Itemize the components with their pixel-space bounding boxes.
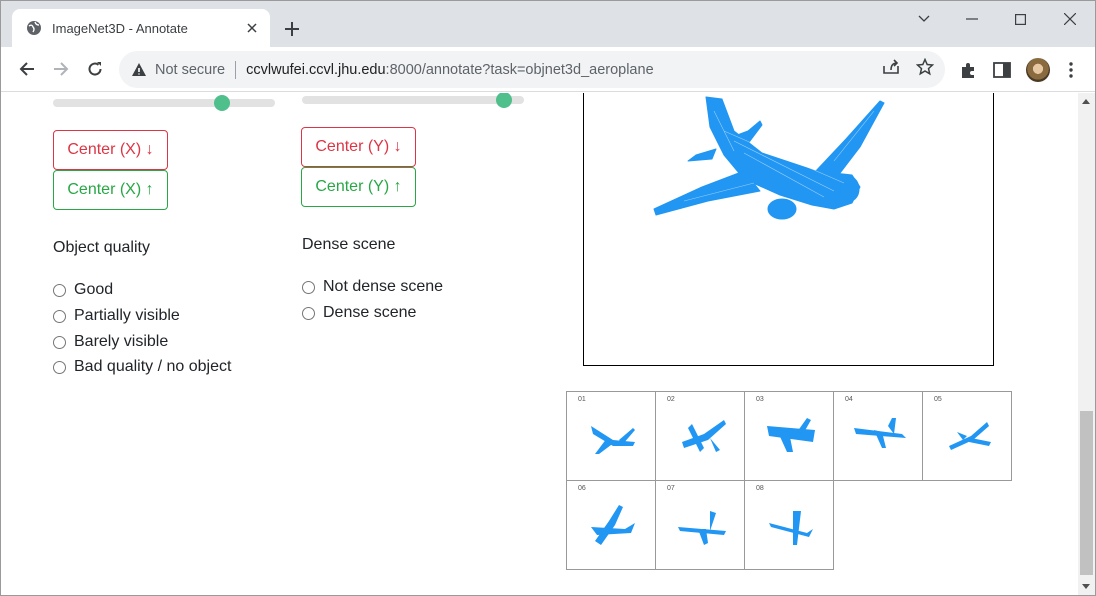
close-tab-icon[interactable] [244,20,260,36]
tab-title: ImageNet3D - Annotate [52,20,188,36]
forward-arrow-icon[interactable] [49,57,73,81]
browser-window: ImageNet3D - Annotate Not secure ccvlwuf… [0,0,1096,596]
pose-thumbnail[interactable]: 07 [655,480,745,570]
center-x-down-button[interactable]: Center (X) ↓ [53,130,168,170]
airplane-thumbnail-icon [949,422,991,450]
thumbnail-number: 04 [845,396,853,403]
tab-strip: ImageNet3D - Annotate [1,1,1095,47]
menu-kebab-icon[interactable] [1061,60,1081,80]
airplane-thumbnail-icon [854,418,906,448]
radio-not-dense-scene[interactable]: Not dense scene [302,278,443,296]
bookmark-star-icon[interactable] [915,57,935,77]
pose-thumbnail[interactable]: 05 [922,391,1012,481]
scroll-down-arrow-icon[interactable] [1082,584,1090,589]
airplane-thumbnail-icon [767,418,815,452]
url-host: ccvlwufei.ccvl.jhu.edu [246,61,386,78]
slider-thumb[interactable] [496,93,512,108]
radio-bad-quality[interactable]: Bad quality / no object [53,358,231,376]
model-preview-canvas[interactable] [583,93,994,366]
airplane-thumbnail-icon [591,505,635,545]
radio-good[interactable]: Good [53,281,113,299]
airplane-thumbnail-icon [678,511,726,545]
radio-circle[interactable] [53,309,66,323]
pose-thumbnail[interactable]: 08 [744,480,834,570]
thumbnail-number: 01 [578,396,586,403]
thumbnail-number: 08 [756,485,764,492]
pose-thumbnail[interactable]: 01 [566,391,656,481]
browser-tab[interactable]: ImageNet3D - Annotate [12,9,270,47]
radio-label: Barely visible [74,333,169,350]
security-label[interactable]: Not secure [155,62,225,78]
globe-icon [26,20,42,36]
thumbnail-number: 06 [578,485,586,492]
airplane-thumbnail-icon [769,511,813,545]
center-y-up-button[interactable]: Center (Y) ↑ [301,167,416,207]
url-path: :8000/annotate?task=objnet3d_aeroplane [385,61,654,78]
omnibox-divider [235,60,237,79]
minimize-icon[interactable] [949,9,995,29]
scrollbar-thumb[interactable] [1080,411,1093,575]
address-bar[interactable]: Not secure ccvlwufei.ccvl.jhu.edu:8000/a… [119,51,945,88]
extensions-puzzle-icon[interactable] [958,60,978,80]
url-text[interactable]: ccvlwufei.ccvl.jhu.edu:8000/annotate?tas… [246,62,654,78]
dense-scene-heading: Dense scene [302,236,396,253]
profile-avatar[interactable] [1026,58,1050,82]
share-icon[interactable] [881,57,901,77]
thumbnail-number: 03 [756,396,764,403]
position-slider-left[interactable] [53,93,275,113]
radio-circle[interactable] [53,283,66,297]
pose-thumbnail[interactable]: 04 [833,391,923,481]
back-arrow-icon[interactable] [15,57,39,81]
radio-label: Partially visible [74,307,180,324]
warning-triangle-icon[interactable] [131,62,147,78]
slider-thumb[interactable] [214,95,230,111]
maximize-icon[interactable] [997,9,1043,29]
position-slider-mid[interactable] [302,93,524,110]
pose-thumbnail[interactable]: 03 [744,391,834,481]
tab-search-chevron-icon[interactable] [901,9,947,29]
radio-label: Dense scene [323,304,417,321]
object-quality-heading: Object quality [53,239,150,256]
radio-circle[interactable] [302,306,315,320]
pose-thumbnail-grid: 01 02 03 04 05 06 07 08 [566,391,1012,570]
airplane-model-render [653,96,885,220]
browser-toolbar: Not secure ccvlwufei.ccvl.jhu.edu:8000/a… [1,47,1095,92]
page-scrollbar[interactable] [1078,93,1095,595]
pose-thumbnail[interactable]: 02 [655,391,745,481]
radio-circle[interactable] [302,280,315,294]
radio-label: Good [74,281,114,298]
pose-thumbnail[interactable]: 06 [566,480,656,570]
close-window-icon[interactable] [1047,9,1093,29]
radio-barely-visible[interactable]: Barely visible [53,333,168,351]
radio-circle[interactable] [53,360,66,374]
scroll-up-arrow-icon[interactable] [1082,99,1090,104]
radio-dense-scene[interactable]: Dense scene [302,304,416,322]
side-panel-icon[interactable] [992,60,1012,80]
new-tab-icon[interactable] [281,18,303,40]
slider-track [53,99,275,107]
radio-label: Not dense scene [323,278,444,295]
radio-circle[interactable] [53,335,66,349]
radio-partially-visible[interactable]: Partially visible [53,307,180,325]
radio-label: Bad quality / no object [74,358,232,375]
thumbnail-number: 02 [667,396,675,403]
airplane-thumbnail-icon [682,420,726,452]
reload-icon[interactable] [83,57,107,81]
center-y-down-button[interactable]: Center (Y) ↓ [301,127,416,167]
slider-track [302,96,524,104]
airplane-thumbnail-icon [591,426,635,454]
thumbnail-number: 07 [667,485,675,492]
thumbnail-number: 05 [934,396,942,403]
page-content: Center (X) ↓ Center (X) ↑ Center (Y) ↓ C… [1,93,1078,595]
center-x-up-button[interactable]: Center (X) ↑ [53,170,168,210]
